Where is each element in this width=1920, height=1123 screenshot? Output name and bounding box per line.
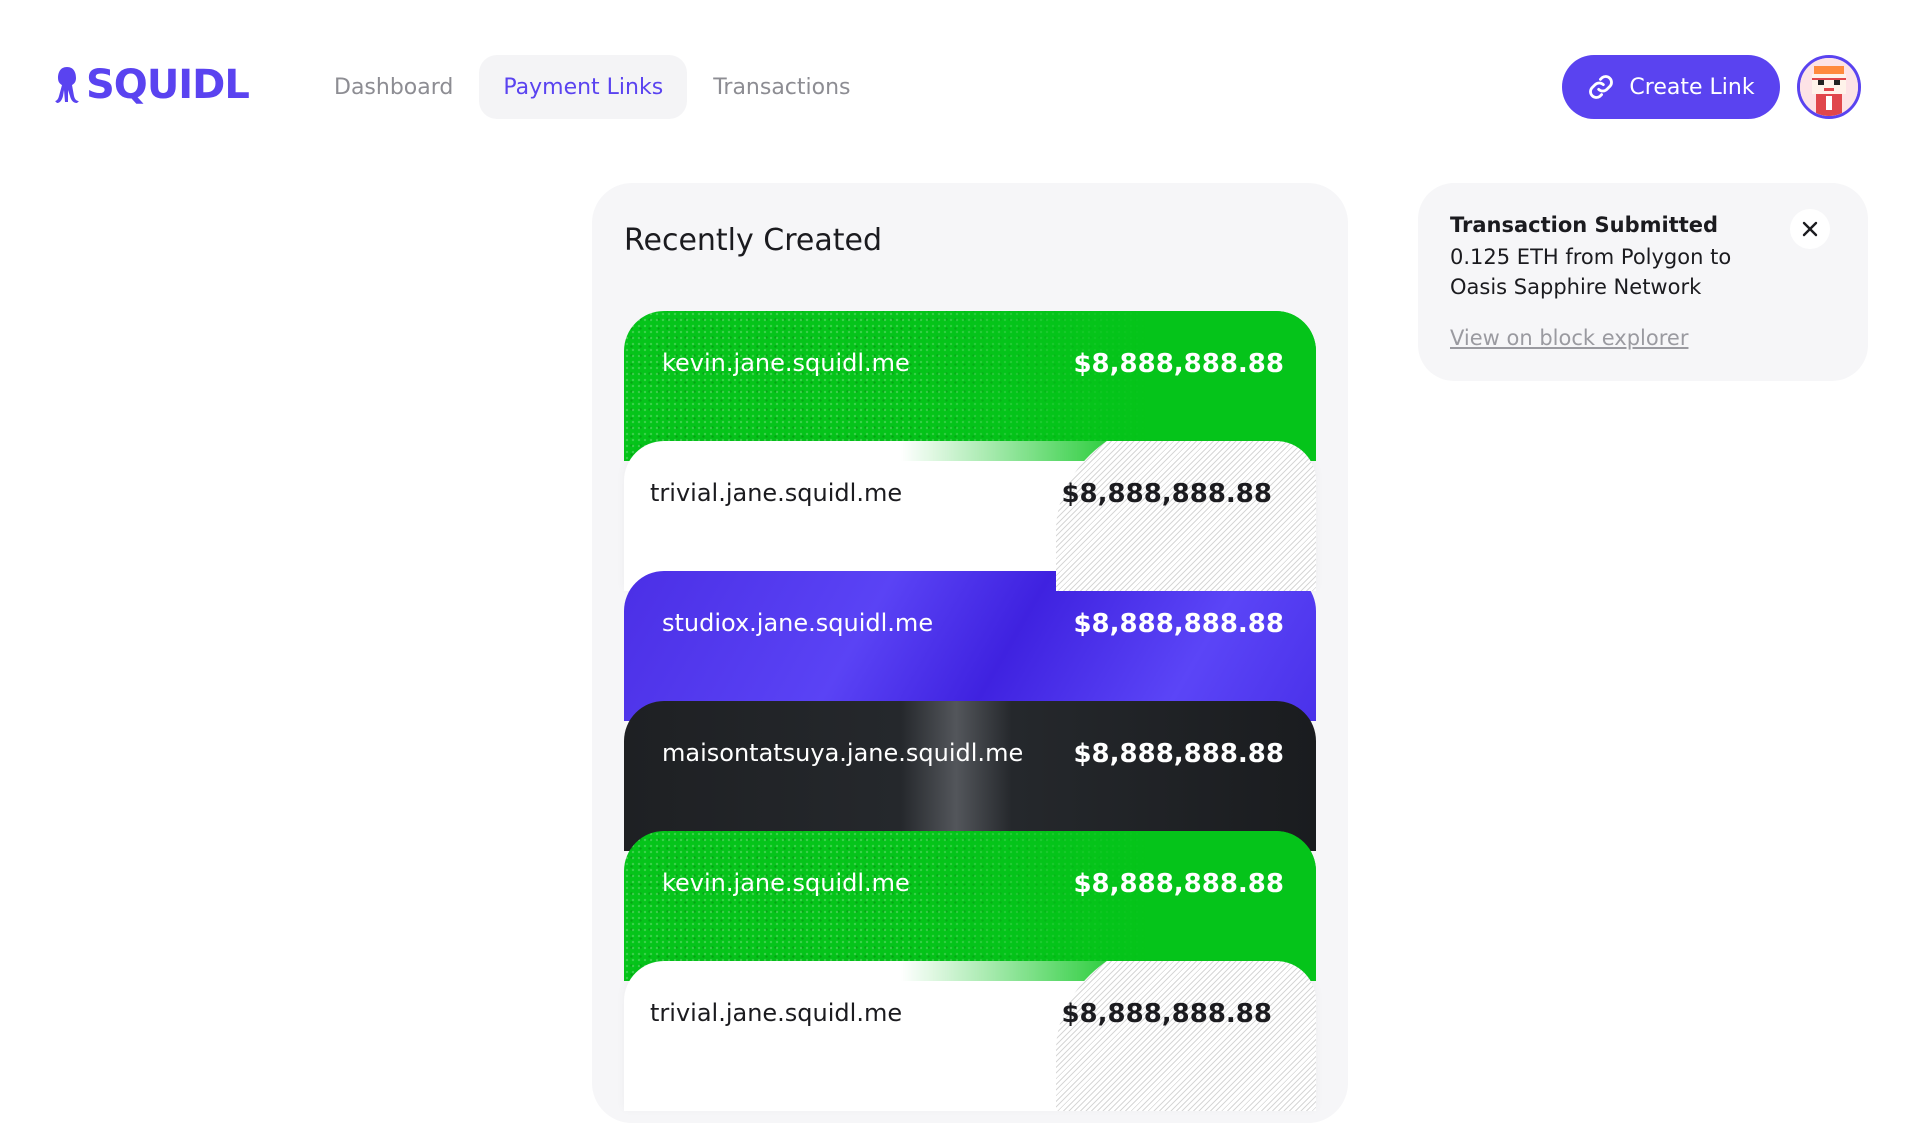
link-url: trivial.jane.squidl.me (650, 999, 903, 1027)
payment-link-card[interactable]: kevin.jane.squidl.me $8,888,888.88 (624, 831, 1316, 981)
squid-icon (55, 67, 79, 103)
transaction-toast: Transaction Submitted 0.125 ETH from Pol… (1418, 183, 1868, 381)
payment-link-card[interactable]: maisontatsuya.jane.squidl.me $8,888,888.… (624, 701, 1316, 851)
toast-close-button[interactable] (1790, 209, 1830, 249)
recently-created-panel: Recently Created kevin.jane.squidl.me $8… (592, 183, 1348, 1123)
avatar-icon (1800, 58, 1858, 116)
link-url: studiox.jane.squidl.me (662, 609, 934, 637)
link-url: maisontatsuya.jane.squidl.me (662, 739, 1024, 767)
nav-payment-links[interactable]: Payment Links (479, 55, 688, 119)
link-amount: $8,888,888.88 (1061, 479, 1272, 509)
link-amount: $8,888,888.88 (1061, 999, 1272, 1029)
payment-link-card[interactable]: trivial.jane.squidl.me $8,888,888.88 (624, 961, 1316, 1111)
link-url: trivial.jane.squidl.me (650, 479, 903, 507)
logo-text: SQUIDL (86, 62, 250, 108)
logo[interactable]: SQUIDL (54, 62, 250, 108)
block-explorer-link[interactable]: View on block explorer (1450, 326, 1688, 350)
nav-dashboard[interactable]: Dashboard (310, 55, 477, 119)
payment-link-card[interactable]: studiox.jane.squidl.me $8,888,888.88 (624, 571, 1316, 721)
payment-link-card[interactable]: kevin.jane.squidl.me $8,888,888.88 (624, 311, 1316, 461)
create-link-button[interactable]: Create Link (1562, 55, 1780, 119)
panel-title: Recently Created (624, 223, 883, 258)
link-icon (1589, 75, 1614, 99)
link-amount: $8,888,888.88 (1073, 869, 1284, 899)
payment-link-card[interactable]: trivial.jane.squidl.me $8,888,888.88 (624, 441, 1316, 591)
link-amount: $8,888,888.88 (1073, 609, 1284, 639)
avatar[interactable] (1797, 55, 1861, 119)
toast-message: 0.125 ETH from Polygon to Oasis Sapphire… (1450, 245, 1732, 299)
nav-transactions[interactable]: Transactions (689, 55, 874, 119)
close-icon (1802, 221, 1818, 237)
link-url: kevin.jane.squidl.me (662, 349, 910, 377)
create-link-label: Create Link (1629, 74, 1755, 100)
link-amount: $8,888,888.88 (1073, 739, 1284, 769)
link-url: kevin.jane.squidl.me (662, 869, 910, 897)
toast-title: Transaction Submitted (1450, 213, 1719, 237)
link-amount: $8,888,888.88 (1073, 349, 1284, 379)
main-nav: Dashboard Payment Links Transactions (310, 55, 877, 119)
